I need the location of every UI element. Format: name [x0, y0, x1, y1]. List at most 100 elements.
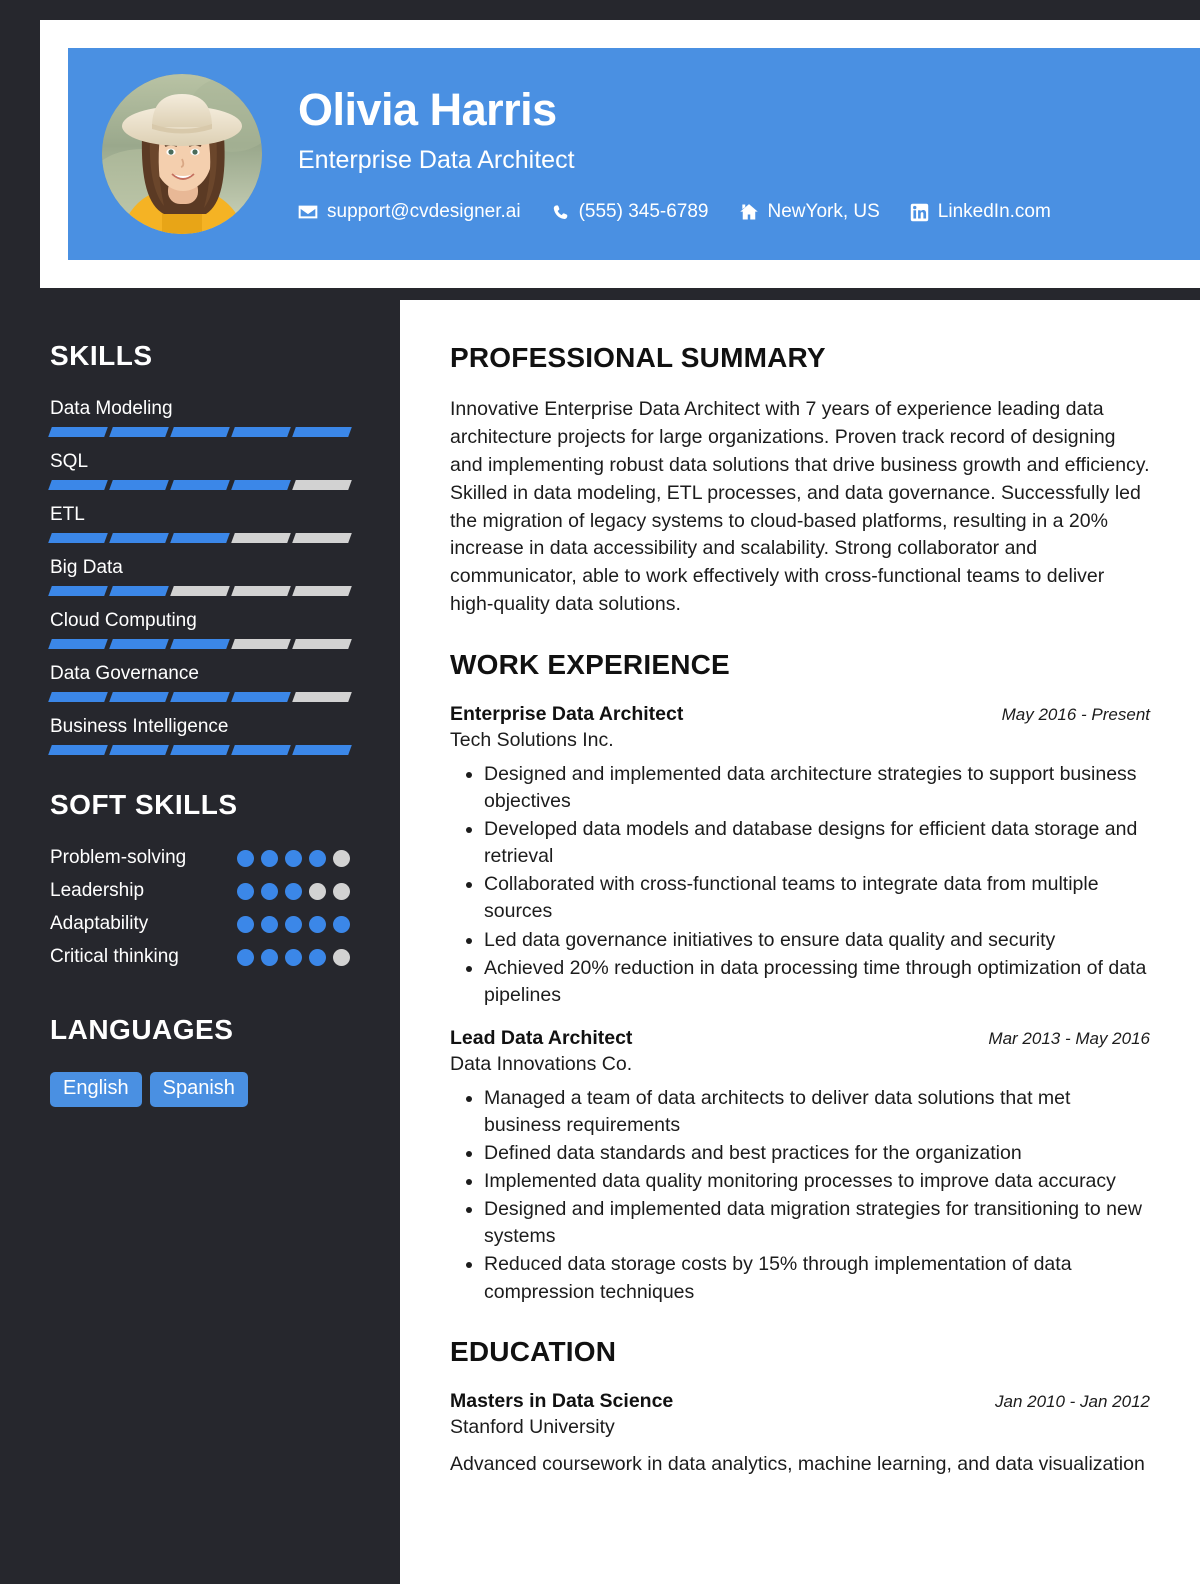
soft-skill-row: Problem-solving [50, 847, 350, 869]
education-school: Stanford University [450, 1415, 615, 1438]
languages-section: LANGUAGES English Spanish [50, 1014, 350, 1107]
skill-label: ETL [50, 504, 85, 525]
rating-dot [333, 948, 350, 966]
skill-rating-bar [48, 533, 352, 543]
languages-heading: LANGUAGES [50, 1014, 234, 1045]
soft-skill-row: Leadership [50, 880, 350, 902]
soft-skill-row: Adaptability [50, 913, 350, 935]
work-organization: Tech Solutions Inc. [450, 729, 614, 751]
contact-linkedin[interactable]: LinkedIn.com [910, 201, 1051, 223]
skill-bar-segment [292, 533, 352, 543]
skill-rating-bar [48, 745, 352, 755]
skill-label: Business Intelligence [50, 716, 229, 737]
work-bullet: Achieved 20% reduction in data processin… [484, 955, 1150, 1009]
work-list: Enterprise Data Architect May 2016 - Pres… [450, 703, 1150, 1306]
skill-bar-segment [292, 427, 352, 437]
work-role: Enterprise Data Architect [450, 703, 684, 725]
skill-bar-segment [170, 427, 230, 437]
skill-bar-segment [109, 692, 169, 702]
work-organization: Data Innovations Co. [450, 1052, 633, 1075]
education-degree: Masters in Data Science [450, 1389, 674, 1412]
soft-skill-label: Leadership [50, 880, 145, 901]
work-bullet: Designed and implemented data architectu… [484, 761, 1150, 815]
skill-bar-segment [231, 480, 291, 490]
resume-header: Olivia Harris Enterprise Data Architect … [68, 48, 1200, 260]
envelope-icon [298, 202, 318, 222]
work-bullet: Led data governance initiatives to ensur… [484, 927, 1150, 954]
languages-list: English Spanish [50, 1072, 350, 1107]
rating-dot [333, 882, 350, 900]
language-badge[interactable]: English [50, 1072, 142, 1107]
skill-bar-segment [48, 745, 108, 755]
skill-bar-segment [170, 745, 230, 755]
soft-skill-dots [237, 849, 350, 867]
skill-bar-segment [231, 745, 291, 755]
person-name: Olivia Harris [298, 83, 557, 135]
main-content: PROFESSIONAL SUMMARY Innovative Enterpri… [400, 300, 1200, 1584]
work-bullet: Implemented data quality monitoring proc… [484, 1168, 1150, 1195]
contact-phone[interactable]: (555) 345-6789 [551, 201, 709, 223]
summary-text: Innovative Enterprise Data Architect wit… [450, 398, 1150, 616]
header-text: Olivia Harris Enterprise Data Architect … [298, 85, 1081, 224]
work-dates: Mar 2013 - May 2016 [988, 1028, 1150, 1048]
work-entry: Lead Data Architect Mar 2013 - May 2016 Da… [450, 1027, 1150, 1306]
skill-rating-bar [48, 427, 352, 437]
work-dates: May 2016 - Present [1001, 705, 1150, 724]
skill-label: SQL [50, 451, 89, 472]
skill-bar-segment [231, 586, 291, 596]
work-section: WORK EXPERIENCE Enterprise Data Architec… [450, 649, 1150, 1306]
skill-bar-segment [48, 533, 108, 543]
skills-heading: SKILLS [50, 340, 153, 371]
education-section: EDUCATION Masters in Data Science Jan 201… [450, 1336, 1150, 1478]
skill-bar-segment [48, 586, 108, 596]
rating-dot [261, 948, 278, 966]
work-bullet-list: Managed a team of data architects to del… [450, 1085, 1150, 1306]
skill-label: Cloud Computing [50, 610, 197, 631]
soft-skill-label: Adaptability [50, 913, 149, 934]
work-bullet: Designed and implemented data migration … [484, 1196, 1150, 1250]
rating-dot [285, 948, 302, 966]
contact-location-text: NewYork, US [767, 201, 880, 223]
skill-bar-segment [48, 639, 108, 649]
skill-bar-segment [292, 639, 352, 649]
rating-dot [309, 948, 326, 966]
rating-dot [237, 948, 254, 966]
skill-bar-segment [292, 745, 352, 755]
work-bullet-list: Designed and implemented data architectu… [450, 761, 1150, 1009]
soft-skills-heading: SOFT SKILLS [50, 789, 238, 820]
skill-bar-segment [48, 692, 108, 702]
home-icon [739, 202, 759, 222]
profile-photo [102, 74, 262, 234]
skill-bar-segment [231, 639, 291, 649]
sidebar: SKILLS Data Modeling SQL ETL Big Data Cloud … [0, 300, 400, 1584]
skill-bar-segment [48, 480, 108, 490]
rating-dot [237, 915, 254, 933]
skill-bar-segment [109, 586, 169, 596]
contact-email[interactable]: support@cvdesigner.ai [298, 201, 521, 223]
rating-dot [309, 882, 326, 900]
skill-label: Data Governance [50, 663, 199, 684]
skill-label: Data Modeling [50, 398, 173, 419]
skill-rating-bar [48, 692, 352, 702]
summary-section: PROFESSIONAL SUMMARY Innovative Enterpri… [450, 342, 1150, 619]
rating-dot [333, 915, 350, 933]
rating-dot [285, 915, 302, 933]
soft-skill-label: Problem-solving [50, 847, 187, 868]
avatar [102, 74, 262, 234]
skill-rating-bar [48, 586, 352, 596]
contact-email-text: support@cvdesigner.ai [327, 201, 521, 223]
skill-bar-segment [231, 692, 291, 702]
work-entry: Enterprise Data Architect May 2016 - Pres… [450, 703, 1150, 1009]
work-heading: WORK EXPERIENCE [450, 649, 730, 680]
soft-skill-row: Critical thinking [50, 946, 350, 968]
skill-bar-segment [170, 480, 230, 490]
summary-heading: PROFESSIONAL SUMMARY [450, 342, 826, 373]
resume-page: Olivia Harris Enterprise Data Architect … [0, 0, 1200, 1584]
education-dates: Jan 2010 - Jan 2012 [994, 1391, 1150, 1411]
work-bullet: Reduced data storage costs by 15% throug… [484, 1251, 1150, 1305]
contact-location[interactable]: NewYork, US [739, 201, 880, 223]
skills-list: Data Modeling SQL ETL Big Data Cloud Computi… [48, 398, 352, 755]
soft-skill-dots [237, 915, 350, 933]
language-badge[interactable]: Spanish [149, 1072, 248, 1107]
header-frame: Olivia Harris Enterprise Data Architect … [40, 20, 1200, 288]
